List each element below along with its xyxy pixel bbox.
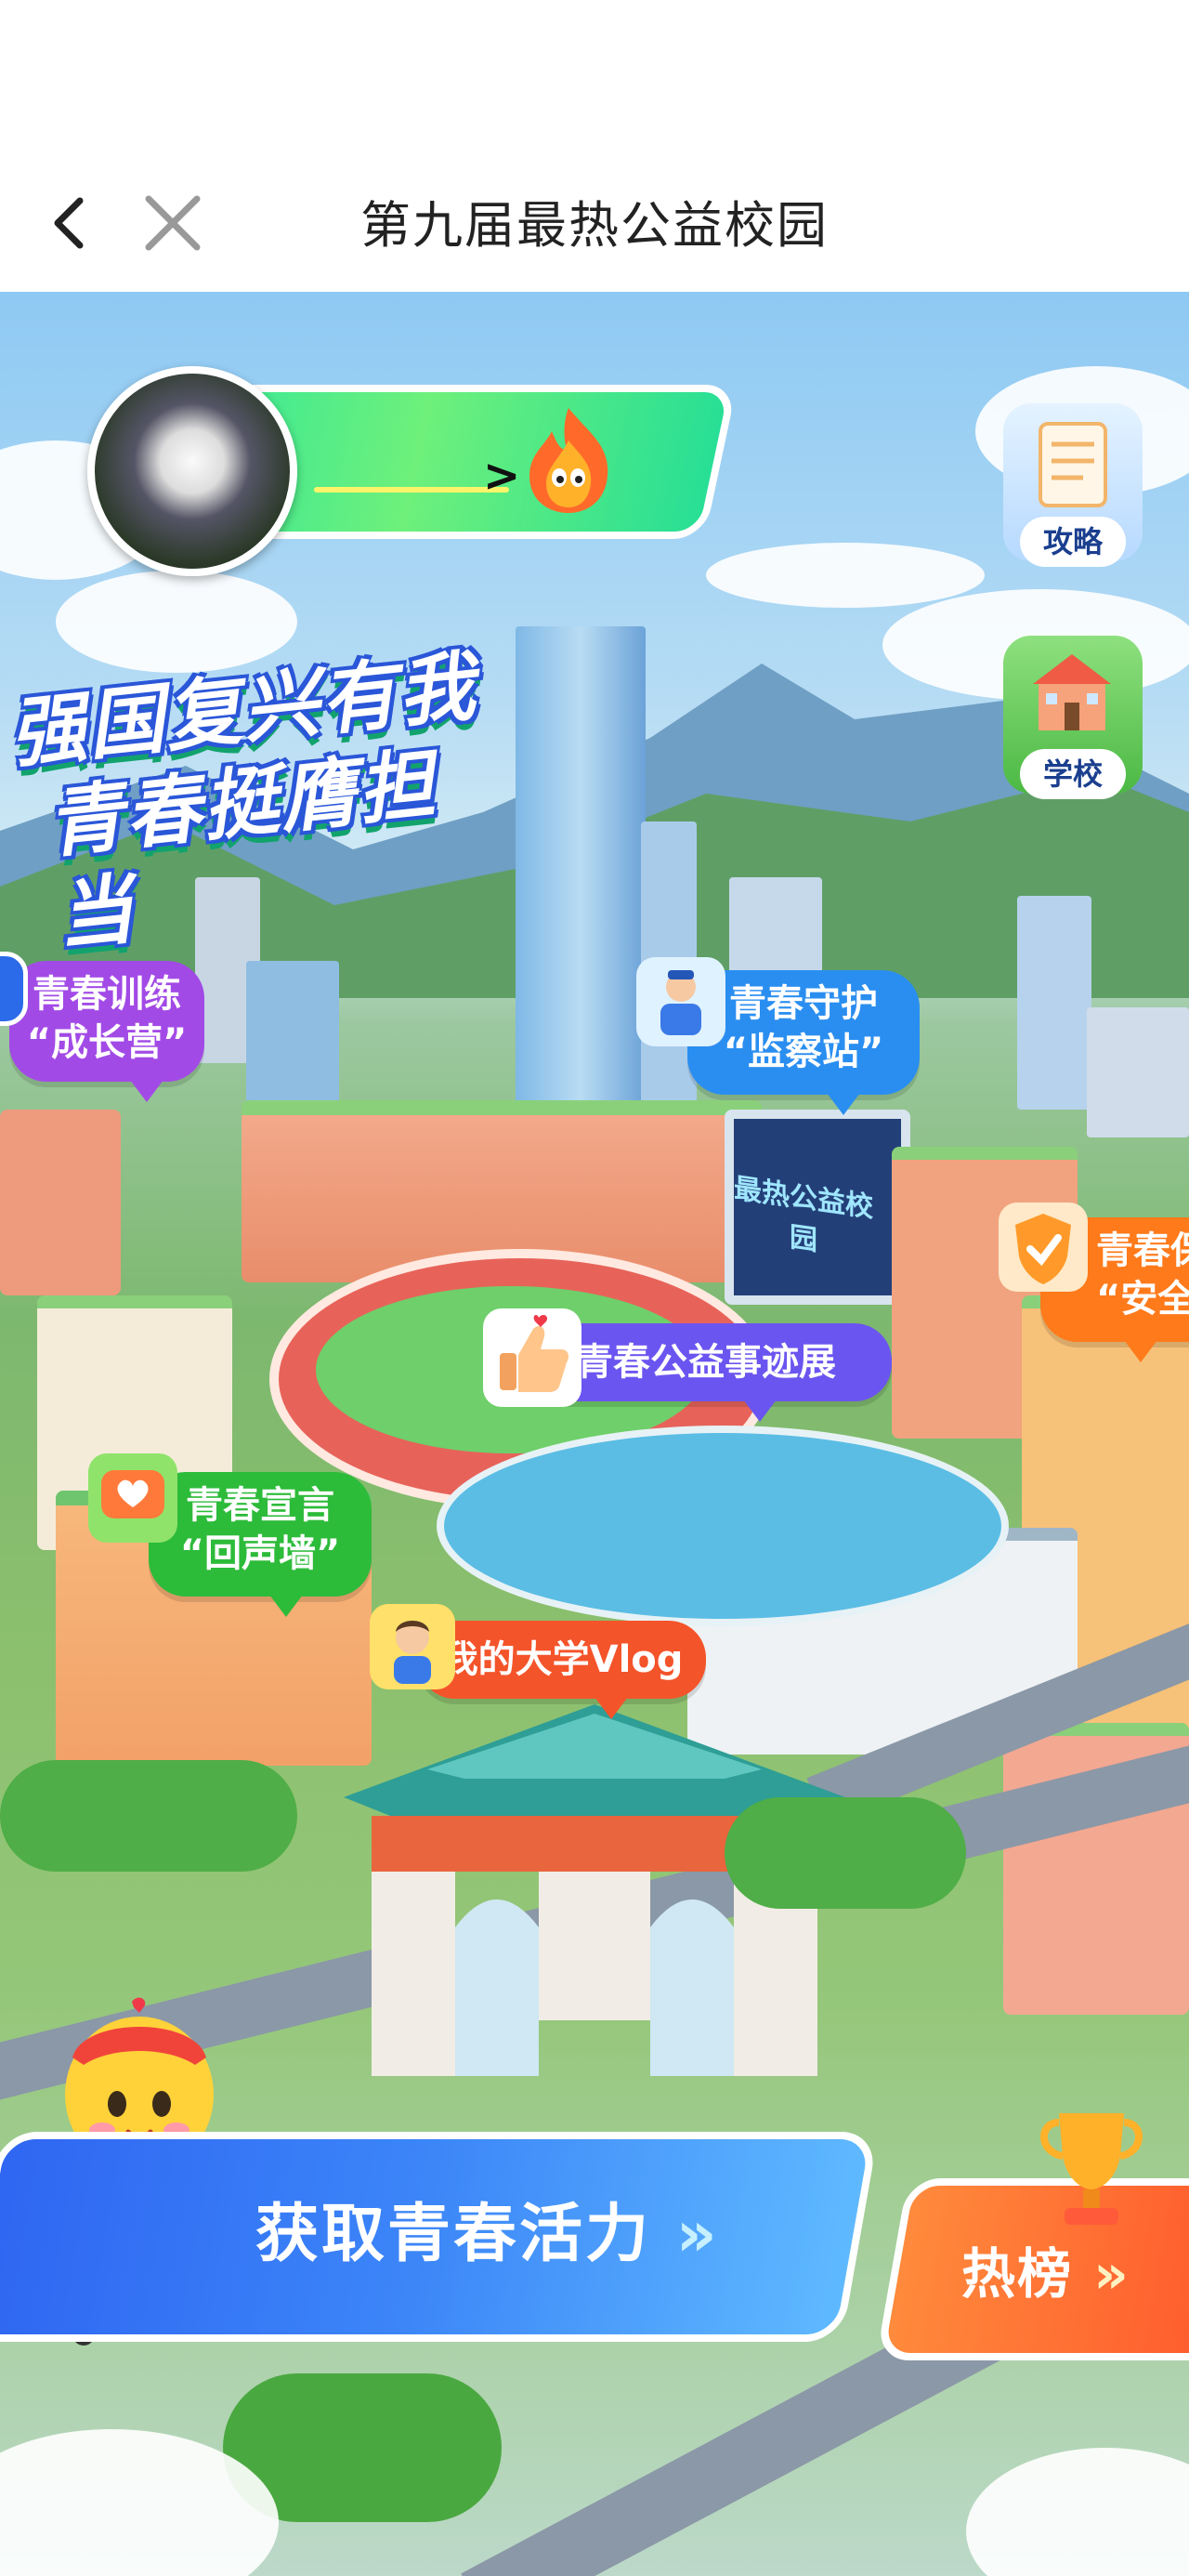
trophy-icon [1040, 2113, 1143, 2225]
bubble-safety-line1: 青春保 [1096, 1229, 1189, 1272]
nav-bar: 第九届最热公益校园 [0, 158, 1189, 293]
get-vitality-label: 获取青春活力 » [255, 2182, 720, 2274]
avatar[interactable] [87, 366, 297, 576]
double-chevron-icon: » [675, 2198, 720, 2271]
bubble-voice-line1: 青春宣言 [186, 1484, 334, 1527]
campus-building [0, 1110, 121, 1295]
thumbs-up-icon [483, 1308, 581, 1407]
tower [1017, 896, 1091, 1110]
bubble-vlog[interactable]: 我的大学Vlog [418, 1621, 706, 1719]
bubble-side-icon [0, 952, 28, 1026]
status-bar [0, 0, 1189, 158]
bubble-voice-wall[interactable]: 青春宣言 “回声墙” [149, 1472, 372, 1617]
get-vitality-text: 获取青春活力 [255, 2198, 652, 2271]
skyscraper [516, 626, 646, 1110]
slogan: 强国复兴有我 青春挺膺担当 [6, 639, 516, 967]
progress-bar [314, 487, 509, 493]
heart-message-icon [88, 1453, 177, 1543]
hot-list-text: 热榜 [961, 2242, 1074, 2306]
guide-label: 攻略 [1020, 517, 1126, 567]
shield-icon [999, 1203, 1088, 1292]
bubble-training-camp[interactable]: 青春训练 “成长营” [9, 961, 204, 1102]
tower [1087, 1007, 1189, 1137]
hot-list-label: 热榜 » [961, 2230, 1130, 2308]
bubble-training-line2: “成长营” [26, 1021, 188, 1064]
guide-button[interactable]: 攻略 [1003, 403, 1143, 567]
school-icon [1033, 654, 1111, 730]
bubble-training-line1: 青春训练 [33, 973, 181, 1016]
trees [0, 1760, 297, 1872]
arrow-right-icon: > [483, 450, 521, 502]
cloud [966, 2448, 1189, 2576]
fire-mascot-icon[interactable] [522, 403, 615, 515]
trees [725, 1797, 966, 1909]
guard-person-icon [636, 957, 725, 1046]
bubble-vlog-label: 我的大学Vlog [440, 1638, 684, 1681]
page-title: 第九届最热公益校园 [360, 196, 829, 255]
document-icon [1039, 422, 1107, 507]
student-selfie-icon [370, 1604, 455, 1689]
bubble-safety-line2: “安全 [1096, 1278, 1189, 1321]
cloud [706, 543, 985, 608]
school-button[interactable]: 学校 [1003, 636, 1143, 799]
double-chevron-icon: » [1093, 2242, 1130, 2306]
school-label: 学校 [1020, 749, 1126, 799]
bubble-voice-line2: “回声墙” [179, 1532, 341, 1575]
pond [437, 1426, 1009, 1626]
